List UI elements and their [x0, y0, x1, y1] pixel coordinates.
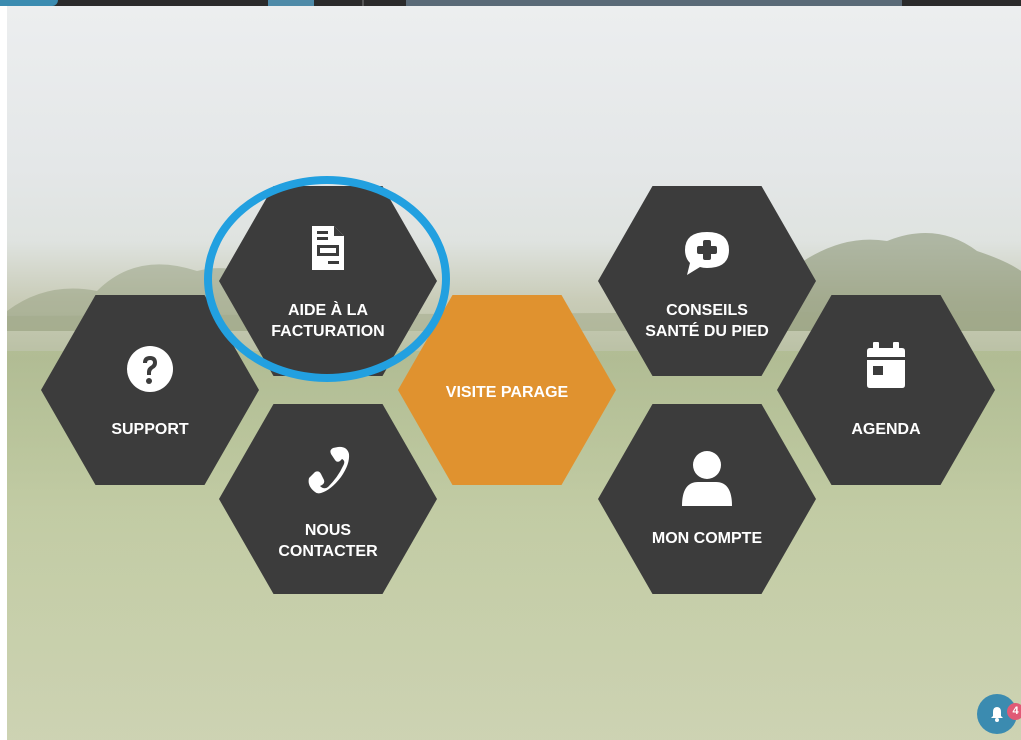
notification-count-badge: 4	[1007, 703, 1021, 720]
calendar-icon	[867, 342, 905, 388]
phone-icon	[308, 446, 350, 494]
bell-icon	[991, 707, 1003, 722]
question-icon	[127, 346, 173, 392]
menu-tile-label: VISITE PARAGE	[445, 384, 569, 401]
menu-tile-label: AGENDA	[851, 421, 921, 438]
menu-tile-label: SUPPORT	[111, 421, 189, 438]
menu-tile-label: CONSEILS SANTÉ DU PIED	[645, 302, 769, 340]
notifications-button[interactable]: 4	[977, 694, 1021, 734]
menu-tile-label: NOUS CONTACTER	[278, 522, 378, 560]
chat-plus-icon	[685, 232, 729, 275]
user-icon	[682, 451, 732, 506]
menu-tile-label: AIDE À LA FACTURATION	[271, 302, 385, 340]
menu-tile-label: MON COMPTE	[651, 530, 763, 547]
invoice-icon	[312, 226, 344, 270]
